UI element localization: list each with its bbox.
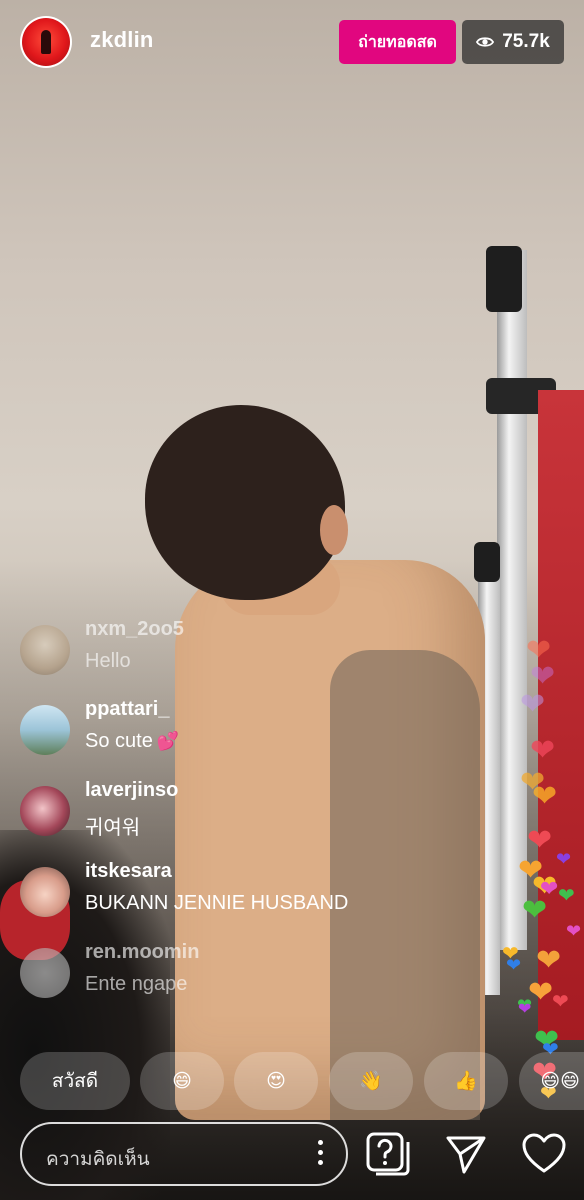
commenter-username[interactable]: ren.moomin — [85, 941, 199, 964]
comment-input[interactable]: ความคิดเห็น — [20, 1122, 348, 1186]
heart-icon: ❤ — [558, 885, 575, 907]
heart-icon: ❤ — [527, 824, 553, 857]
more-options-icon[interactable] — [318, 1140, 324, 1168]
thumbs-up-icon: 👍 — [454, 1071, 478, 1092]
eye-icon — [476, 37, 495, 47]
commenter-username[interactable]: laverjinso — [85, 779, 178, 802]
heart-icon: ❤ — [520, 688, 546, 721]
host-avatar[interactable] — [22, 18, 70, 66]
quick-reaction-heart-eyes[interactable]: 😍 — [234, 1052, 318, 1110]
waving-hand-icon: 👋 — [359, 1071, 383, 1092]
comment-item: nxm_2oo5 Hello — [20, 618, 540, 680]
grinning-face-icon: 😄😄 — [540, 1070, 580, 1092]
stand-pole-cap — [474, 542, 500, 582]
commenter-username[interactable]: ppattari_ — [85, 698, 169, 721]
comment-text-body: So cute — [85, 730, 153, 752]
comment-item: itskesara BUKANN JENNIE HUSBAND — [20, 860, 540, 922]
commenter-avatar[interactable] — [20, 705, 70, 755]
heart-eyes-icon: 😍 — [266, 1070, 286, 1092]
commenter-avatar[interactable] — [20, 867, 70, 917]
heart-icon: ❤ — [532, 780, 558, 813]
stand-pole — [497, 250, 527, 950]
quick-reaction-grinning-partial[interactable]: 😄😄 — [519, 1052, 584, 1110]
live-video-background — [0, 0, 584, 1200]
comment-text: So cute 💕 — [85, 730, 179, 753]
heart-icon: ❤ — [518, 1001, 532, 1018]
heart-icon: ❤ — [536, 944, 562, 977]
grinning-face-icon: 😄 — [172, 1070, 192, 1092]
quick-reaction-grinning[interactable]: 😄 — [140, 1052, 224, 1110]
question-icon[interactable] — [364, 1130, 412, 1178]
viewer-count: 75.7k — [502, 31, 550, 52]
quick-reaction-thumbs-up[interactable]: 👍 — [424, 1052, 508, 1110]
commenter-username[interactable]: itskesara — [85, 860, 172, 883]
heart-icon: ❤ — [522, 894, 548, 927]
comment-text: BUKANN JENNIE HUSBAND — [85, 892, 349, 914]
quick-reply-label: สวัสดี — [51, 1071, 99, 1092]
host-username[interactable]: zkdlin — [90, 27, 154, 53]
viewer-count-badge[interactable]: 75.7k — [462, 20, 564, 64]
live-header: zkdlin ถ่ายทอดสด 75.7k — [0, 0, 584, 84]
comment-text: Hello — [85, 650, 131, 672]
heart-icon[interactable] — [520, 1130, 568, 1178]
heart-icon: ❤ — [556, 849, 572, 869]
commenter-username[interactable]: nxm_2oo5 — [85, 618, 184, 641]
heart-icon: ❤ — [552, 991, 569, 1013]
heart-icon: ❤ — [506, 955, 522, 975]
commenter-avatar[interactable] — [20, 786, 70, 836]
comment-text: 귀여워 — [85, 817, 141, 839]
comment-item: ppattari_ So cute 💕 — [20, 698, 540, 760]
live-badge: ถ่ายทอดสด — [339, 20, 456, 64]
two-hearts-icon: 💕 — [156, 731, 180, 751]
comment-input-placeholder: ความคิดเห็น — [46, 1149, 150, 1170]
heart-icon: ❤ — [530, 734, 556, 767]
person-head — [145, 405, 345, 600]
send-icon[interactable] — [442, 1130, 490, 1178]
comment-item: ren.moomin Ente ngape — [20, 941, 540, 1003]
avatar-figure — [41, 30, 51, 54]
quick-reaction-wave[interactable]: 👋 — [329, 1052, 413, 1110]
heart-icon: ❤ — [566, 921, 582, 941]
comment-item: laverjinso 귀여워 — [20, 779, 540, 841]
commenter-avatar[interactable] — [20, 625, 70, 675]
stand-pole-cap — [486, 246, 522, 312]
commenter-avatar[interactable] — [20, 948, 70, 998]
quick-reply-greeting[interactable]: สวัสดี — [20, 1052, 130, 1110]
comment-text: Ente ngape — [85, 973, 188, 995]
person-ear — [320, 505, 348, 555]
